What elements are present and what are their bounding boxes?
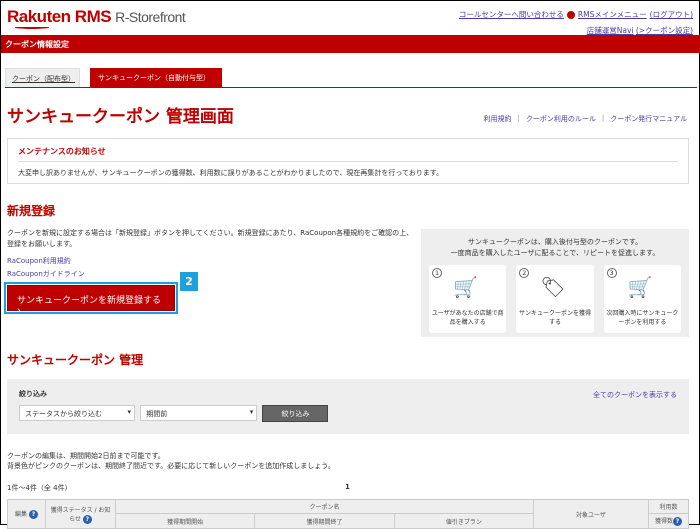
chevron-right-icon: › [17, 306, 21, 316]
note-pink: 背景色がピンクのクーポンは、期間終了間近です。必要に応じて新しいクーポンを追加作… [7, 462, 335, 470]
step-card-3: 3 🛒 次回購入時にサンキュークーポンを利用する [603, 265, 681, 333]
section-bar: クーポン情報設定 [1, 35, 700, 53]
col-end: 獲得期間終了 [254, 513, 395, 529]
period-filter-select[interactable]: 期間前 [140, 405, 258, 421]
page-number[interactable]: 1 [345, 483, 350, 491]
step-text: 次回購入時にサンキュークーポンを利用する [606, 310, 679, 326]
tab-label: クーポン（配布型） [12, 75, 75, 83]
call-center-link[interactable]: コールセンターへ問い合わせる [459, 9, 564, 20]
tab-thank-you-coupon[interactable]: サンキュークーポン（自動付与型） [90, 68, 222, 88]
col-start: 獲得期間開始 [114, 513, 256, 529]
step-card-2: 2 🏷 サンキュークーポンを獲得する [516, 265, 594, 333]
top-links: コールセンターへ問い合わせる RMSメインメニュー (ログアウト) [459, 9, 693, 20]
logo-subtext: R-Storefront [115, 9, 186, 25]
filter-panel: 絞り込み 全てのクーポンを表示する ステータスから絞り込む 期間前 絞り込み [7, 379, 689, 434]
cart-gift-icon: 🛒 [453, 275, 478, 299]
arrow-icon [566, 10, 575, 19]
status-filter-select[interactable]: ステータスから絞り込む [19, 405, 135, 421]
col-plan: 値引きプラン [393, 513, 535, 529]
coupon-off-icon: 🏷 [540, 275, 566, 299]
page-title: サンキュークーポン 管理画面 [7, 107, 234, 127]
tab-divider [5, 87, 697, 88]
col-acquired: 獲得数? [648, 513, 689, 529]
step-number: 2 [519, 268, 530, 278]
racoupon-guideline-link[interactable]: RaCouponガイドライン [7, 269, 85, 279]
col-edit: 編集 ? [7, 499, 46, 529]
notice-title: メンテナンスのお知らせ [18, 146, 678, 162]
col-used: 利用数 [648, 499, 689, 514]
col-label: 獲得ステータス / お知らせ [50, 506, 111, 523]
notes: クーポンの編集は、期間開始2日前まで可能です。 背景色がピンクのクーポンは、期間… [7, 451, 335, 471]
info-line-1: サンキュークーポンは、購入後付与型のクーポンです。 [467, 238, 643, 246]
button-label: サンキュークーポンを新規登録する [17, 296, 162, 306]
filter-label: 絞り込み [19, 390, 47, 398]
coupon-settings-link[interactable]: (>クーポン設定) [636, 26, 693, 35]
help-icon[interactable]: ? [28, 510, 38, 519]
logout-link[interactable]: (ログアウト) [650, 9, 693, 20]
notice-text: 大変申し訳ありませんが、サンキュークーポンの獲得数、利用数に誤りがあることがわか… [18, 169, 444, 177]
filter-button[interactable]: 絞り込み [262, 405, 329, 422]
rakuten-rms-logo: Rakuten RMS R-Storefront [7, 7, 186, 27]
manage-heading: サンキュークーポン 管理 [7, 353, 144, 367]
cart-coupon-icon: 🛒 [627, 275, 653, 299]
step-badge: 2 [180, 272, 198, 291]
logo-text: Rakuten RMS [7, 7, 112, 26]
rms-main-menu-link[interactable]: RMSメインメニュー [578, 9, 647, 20]
show-all-coupons-link[interactable]: 全てのクーポンを表示する [593, 390, 677, 400]
note-edit: クーポンの編集は、期間開始2日前まで可能です。 [7, 452, 165, 460]
store-navi-link[interactable]: 店舗運営Navi [587, 26, 634, 35]
rules-link[interactable]: クーポン利用のルール [526, 114, 596, 124]
step-card-1: 1 🛒 ユーザがあなたの店舗で商品を購入する [429, 265, 507, 333]
col-coupon-name: クーポン名 [115, 499, 534, 514]
step-number: 1 [432, 268, 442, 278]
result-count: 1件～4件（全 4件） [7, 484, 72, 492]
register-heading: 新規登録 [7, 204, 56, 218]
register-desc: クーポンを新規に設定する場合は「新規登録」ボタンを押してください。新規登録にあた… [7, 229, 414, 248]
tab-distributed-coupon[interactable]: クーポン（配布型） [5, 68, 80, 88]
col-status: 獲得ステータス / お知らせ ? [45, 499, 116, 529]
help-links: 利用規約 | クーポン利用のルール | クーポン発行マニュアル [483, 114, 687, 124]
col-target-user: 対象ユーザ [533, 499, 649, 529]
tab-label: サンキュークーポン（自動付与型） [98, 74, 210, 82]
racoupon-terms-link[interactable]: RaCoupon利用規約 [7, 256, 71, 266]
maintenance-notice: メンテナンスのお知らせ 大変申し訳ありませんが、サンキュークーポンの獲得数、利用… [7, 138, 689, 184]
register-thank-you-coupon-button[interactable]: サンキュークーポンを新規登録する › [4, 282, 178, 316]
step-number: 3 [606, 268, 617, 278]
terms-link[interactable]: 利用規約 [483, 114, 511, 124]
manual-link[interactable]: クーポン発行マニュアル [610, 114, 687, 124]
col-label: 編集 [15, 511, 28, 518]
step-text: サンキュークーポンを獲得する [518, 310, 591, 326]
help-icon[interactable]: ? [82, 514, 92, 524]
info-line-2: 一度商品を購入したユーザに配ることで、リピートを促進します。 [450, 249, 660, 257]
col-label: 獲得数 [654, 518, 673, 525]
info-panel: サンキュークーポンは、購入後付与型のクーポンです。 一度商品を購入したユーザに配… [421, 229, 689, 337]
logo-swoosh [15, 26, 49, 29]
step-text: ユーザがあなたの店舗で商品を購入する [431, 310, 504, 326]
